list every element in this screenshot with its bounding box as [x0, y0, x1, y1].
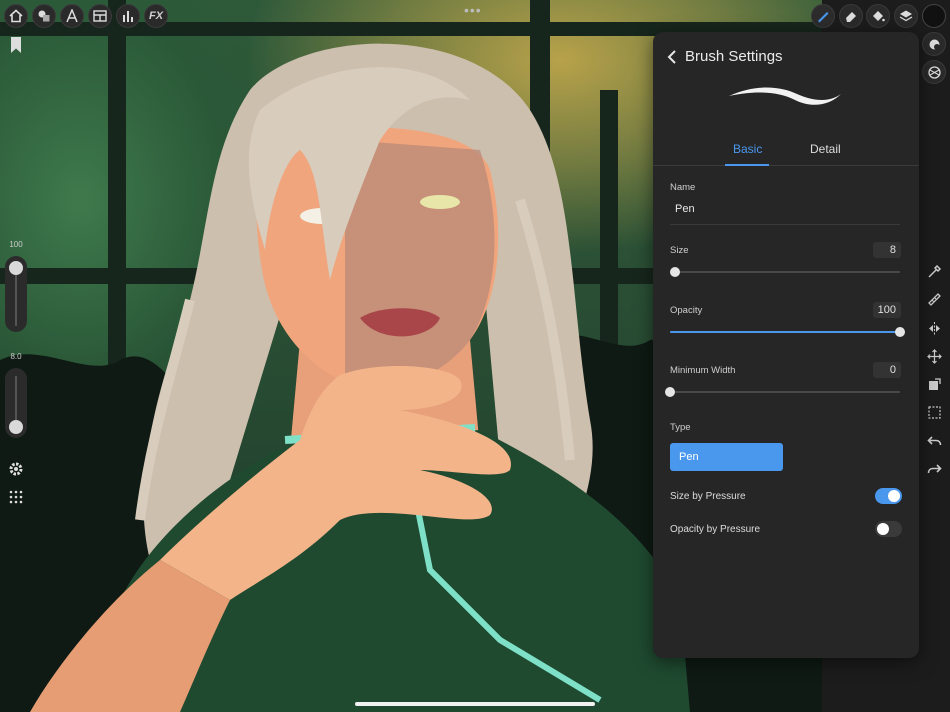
selection-icon [927, 405, 941, 419]
redo-button[interactable] [922, 457, 946, 481]
chevron-left-icon[interactable] [667, 49, 677, 65]
layout-button[interactable] [88, 4, 112, 28]
size-value-box[interactable]: 8 [873, 242, 901, 258]
opacity-slider-fill [670, 331, 900, 333]
brush-size-value: 100 [9, 240, 23, 249]
type-label: Type [670, 422, 691, 433]
home-indicator[interactable] [355, 702, 595, 706]
opacity-slider[interactable] [670, 327, 905, 337]
tools-icon [123, 11, 133, 22]
selection-button[interactable] [922, 400, 946, 424]
undo-icon [926, 435, 941, 445]
text-tool-button[interactable] [60, 4, 84, 28]
eyedropper-button[interactable] [922, 259, 946, 283]
opacity-label: Opacity [670, 305, 703, 316]
tab-detail[interactable]: Detail [810, 142, 841, 156]
brush-icon [818, 12, 829, 23]
brush-opacity-slider[interactable]: 8.0 [5, 352, 27, 438]
name-divider [670, 224, 900, 225]
home-button[interactable] [4, 4, 28, 28]
eraser-tool-button[interactable] [839, 4, 863, 28]
brush-tool-button[interactable] [811, 4, 835, 28]
fx-icon: FX [148, 10, 164, 22]
undo-button[interactable] [922, 429, 946, 453]
tab-basic[interactable]: Basic [733, 142, 762, 156]
move-button[interactable] [922, 344, 946, 368]
shapes-button[interactable] [32, 4, 56, 28]
shape-icon [929, 39, 940, 50]
transform-icon [928, 377, 941, 390]
size-slider-knob[interactable] [669, 267, 680, 277]
toggle-knob [888, 490, 900, 502]
layout-icon [93, 10, 107, 22]
fill-tool-button[interactable] [866, 4, 890, 28]
brush-opacity-knob[interactable] [9, 420, 23, 434]
min-width-value-box[interactable]: 0 [873, 362, 901, 378]
ruler-icon [927, 292, 941, 306]
more-menu-button[interactable]: ••• [464, 2, 482, 18]
eraser-icon [846, 12, 856, 22]
toggle-knob [877, 523, 889, 535]
brush-size-knob[interactable] [9, 261, 23, 275]
tools-button[interactable] [116, 4, 140, 28]
shape-button[interactable] [922, 32, 946, 56]
layers-icon [899, 10, 913, 22]
opacity-value-box[interactable]: 100 [873, 302, 901, 318]
size-by-pressure-label: Size by Pressure [670, 491, 746, 502]
brush-stroke-preview [729, 87, 841, 105]
size-by-pressure-toggle[interactable] [875, 488, 902, 504]
brush-settings-panel: Brush Settings Basic Detail Name Pen Siz… [653, 32, 919, 658]
symmetry-icon [928, 321, 940, 335]
eyedropper-icon [927, 264, 941, 278]
brush-opacity-value: 8.0 [10, 352, 22, 361]
name-label: Name [670, 182, 696, 193]
texture-button[interactable] [922, 60, 946, 84]
panel-header: Brush Settings [667, 48, 783, 65]
fx-button[interactable]: FX [144, 4, 168, 28]
transform-button[interactable] [922, 372, 946, 396]
move-icon [926, 348, 942, 364]
redo-icon [927, 463, 942, 473]
layers-button[interactable] [894, 4, 918, 28]
settings-gear-icon[interactable] [7, 460, 25, 478]
size-slider[interactable] [669, 267, 900, 277]
ruler-button[interactable] [922, 287, 946, 311]
right-eye [420, 195, 460, 209]
shapes-icon [38, 10, 50, 22]
opacity-by-pressure-toggle[interactable] [875, 521, 902, 537]
symmetry-button[interactable] [922, 316, 946, 340]
panel-title: Brush Settings [685, 48, 783, 65]
size-label: Size [670, 245, 689, 256]
text-tool-icon [66, 9, 78, 23]
min-width-slider-knob[interactable] [665, 387, 675, 397]
min-width-label: Minimum Width [670, 365, 736, 376]
active-tab-indicator [725, 164, 769, 166]
opacity-slider-knob[interactable] [895, 327, 905, 337]
fill-bucket-icon [873, 11, 885, 22]
brush-name-field[interactable]: Pen [675, 203, 695, 215]
min-width-slider[interactable] [665, 387, 900, 397]
home-icon [9, 9, 23, 23]
settings-tabs: Basic Detail [653, 132, 919, 166]
grid-menu-icon[interactable] [7, 488, 25, 506]
texture-icon [927, 65, 941, 79]
bookmark-icon[interactable] [8, 36, 24, 54]
brush-type-button[interactable]: Pen [670, 443, 783, 471]
face-shadow [345, 140, 495, 390]
opacity-by-pressure-label: Opacity by Pressure [670, 524, 761, 535]
brush-size-track [15, 266, 17, 326]
brush-size-slider[interactable]: 100 [5, 240, 27, 332]
color-picker-swatch[interactable] [922, 4, 946, 28]
